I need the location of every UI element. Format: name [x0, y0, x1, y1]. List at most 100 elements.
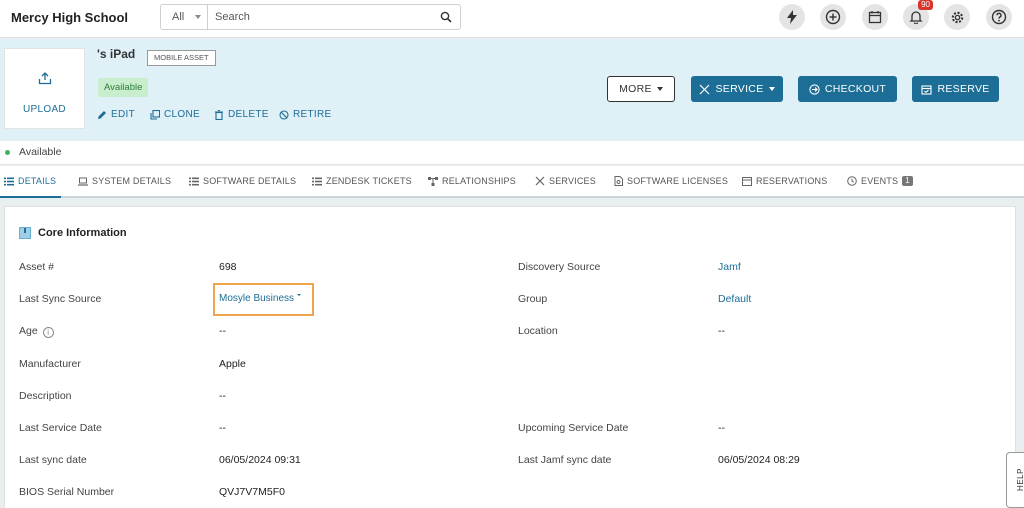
tools-icon — [535, 176, 545, 186]
search-box: All — [160, 4, 461, 30]
chevron-down-icon — [195, 15, 201, 19]
checkout-button[interactable]: CHECKOUT — [798, 76, 897, 102]
group-label: Group — [518, 293, 548, 305]
checkout-label: CHECKOUT — [824, 83, 887, 95]
arrow-circle-right-icon — [809, 83, 820, 95]
tab-zendesk-tickets[interactable]: ZENDESK TICKETS — [312, 176, 412, 186]
section-title: Core Information — [38, 227, 127, 239]
tab-label: RESERVATIONS — [756, 176, 828, 186]
group-value[interactable]: Default — [718, 293, 751, 305]
edit-link[interactable]: EDIT — [97, 109, 135, 120]
list-icon — [312, 177, 322, 185]
tab-software-details[interactable]: SOFTWARE DETAILS — [189, 176, 296, 186]
calendar-button[interactable] — [862, 4, 888, 30]
more-label: MORE — [619, 83, 652, 95]
search-icon[interactable] — [440, 11, 452, 23]
search-scope-select[interactable]: All — [161, 5, 208, 29]
help-label: HELP — [1015, 468, 1024, 491]
status-line-text: Available — [19, 146, 62, 158]
reserve-label: RESERVE — [937, 83, 990, 95]
clock-icon — [847, 176, 857, 186]
upcoming-service-date-label: Upcoming Service Date — [518, 422, 629, 434]
list-icon — [4, 177, 14, 185]
tab-label: ZENDESK TICKETS — [326, 176, 412, 186]
clone-link[interactable]: CLONE — [150, 109, 200, 120]
copy-icon — [150, 109, 160, 120]
location-value: -- — [718, 325, 725, 337]
bookmark-icon — [19, 227, 31, 239]
asset-number-value: 698 — [219, 261, 237, 273]
last-service-date-label: Last Service Date — [19, 422, 102, 434]
section-header: Core Information — [19, 227, 127, 239]
retire-link[interactable]: RETIRE — [279, 109, 331, 120]
tab-events[interactable]: EVENTS 1 — [847, 176, 913, 186]
bell-icon — [909, 11, 923, 24]
details-panel — [4, 206, 1016, 508]
manufacturer-label: Manufacturer — [19, 358, 81, 370]
more-button[interactable]: MORE — [607, 76, 675, 102]
asset-type-tag: MOBILE ASSET — [147, 50, 216, 66]
tab-label: EVENTS — [861, 176, 899, 186]
tools-icon — [700, 84, 710, 94]
caret-down-icon — [768, 87, 775, 91]
tab-label: SYSTEM DETAILS — [92, 176, 172, 186]
ban-icon — [279, 109, 289, 120]
status-dot-icon — [5, 150, 10, 155]
bios-serial-value: QVJ7V7M5F0 — [219, 486, 285, 498]
service-button[interactable]: SERVICE — [691, 76, 783, 102]
lightning-button[interactable] — [779, 4, 805, 30]
upload-image-button[interactable]: UPLOAD — [4, 48, 85, 129]
description-label: Description — [19, 390, 72, 402]
reserve-button[interactable]: RESERVE — [912, 76, 999, 102]
trash-icon — [215, 109, 223, 120]
manufacturer-value: Apple — [219, 358, 246, 370]
calendar-icon — [868, 11, 882, 24]
active-tab-indicator — [0, 196, 61, 198]
edit-label: EDIT — [111, 109, 135, 120]
help-button[interactable] — [986, 4, 1012, 30]
tab-software-licenses[interactable]: SOFTWARE LICENSES — [614, 176, 728, 186]
list-icon — [189, 177, 199, 185]
status-badge: Available — [98, 78, 149, 97]
notifications-count-badge: 90 — [918, 0, 933, 10]
gear-icon — [951, 11, 963, 23]
tab-details[interactable]: DETAILS — [4, 176, 56, 186]
question-circle-icon — [991, 9, 1007, 25]
bios-serial-label: BIOS Serial Number — [19, 486, 115, 498]
tab-label: RELATIONSHIPS — [442, 176, 516, 186]
location-label: Location — [518, 325, 558, 337]
service-label: SERVICE — [715, 83, 764, 95]
plus-circle-icon — [825, 9, 841, 25]
last-jamf-sync-date-value: 06/05/2024 08:29 — [718, 454, 800, 466]
search-input[interactable] — [215, 9, 430, 25]
tab-system-details[interactable]: SYSTEM DETAILS — [78, 176, 171, 186]
upcoming-service-date-value: -- — [718, 422, 725, 434]
discovery-source-value[interactable]: Jamf — [718, 261, 741, 273]
delete-link[interactable]: DELETE — [214, 109, 269, 120]
upload-icon — [38, 72, 52, 85]
notifications-button[interactable]: 90 — [903, 0, 933, 30]
tab-label: SOFTWARE LICENSES — [627, 176, 729, 186]
laptop-icon — [78, 177, 88, 186]
age-field-label: Age i — [19, 325, 54, 338]
top-bar: Mercy High School All 90 — [0, 0, 1024, 38]
settings-button[interactable] — [944, 4, 970, 30]
asset-number-label: Asset # — [19, 261, 55, 273]
retire-label: RETIRE — [293, 109, 332, 120]
help-side-tab[interactable]: HELP — [1006, 452, 1024, 508]
last-sync-date-value: 06/05/2024 09:31 — [219, 454, 301, 466]
tab-label: SERVICES — [549, 176, 596, 186]
tab-services[interactable]: SERVICES — [535, 176, 596, 186]
app-title: Mercy High School — [11, 10, 129, 25]
info-icon[interactable]: i — [42, 327, 54, 338]
last-jamf-sync-date-label: Last Jamf sync date — [518, 454, 612, 466]
delete-label: DELETE — [228, 109, 269, 120]
tab-reservations[interactable]: RESERVATIONS — [742, 176, 827, 186]
status-line: Available — [0, 141, 1024, 165]
last-sync-source-label: Last Sync Source — [19, 293, 102, 305]
events-count-badge: 1 — [902, 176, 913, 186]
description-value: -- — [219, 390, 226, 402]
add-button[interactable] — [820, 4, 846, 30]
asset-name: 's iPad — [97, 47, 136, 61]
tab-relationships[interactable]: RELATIONSHIPS — [428, 176, 516, 186]
